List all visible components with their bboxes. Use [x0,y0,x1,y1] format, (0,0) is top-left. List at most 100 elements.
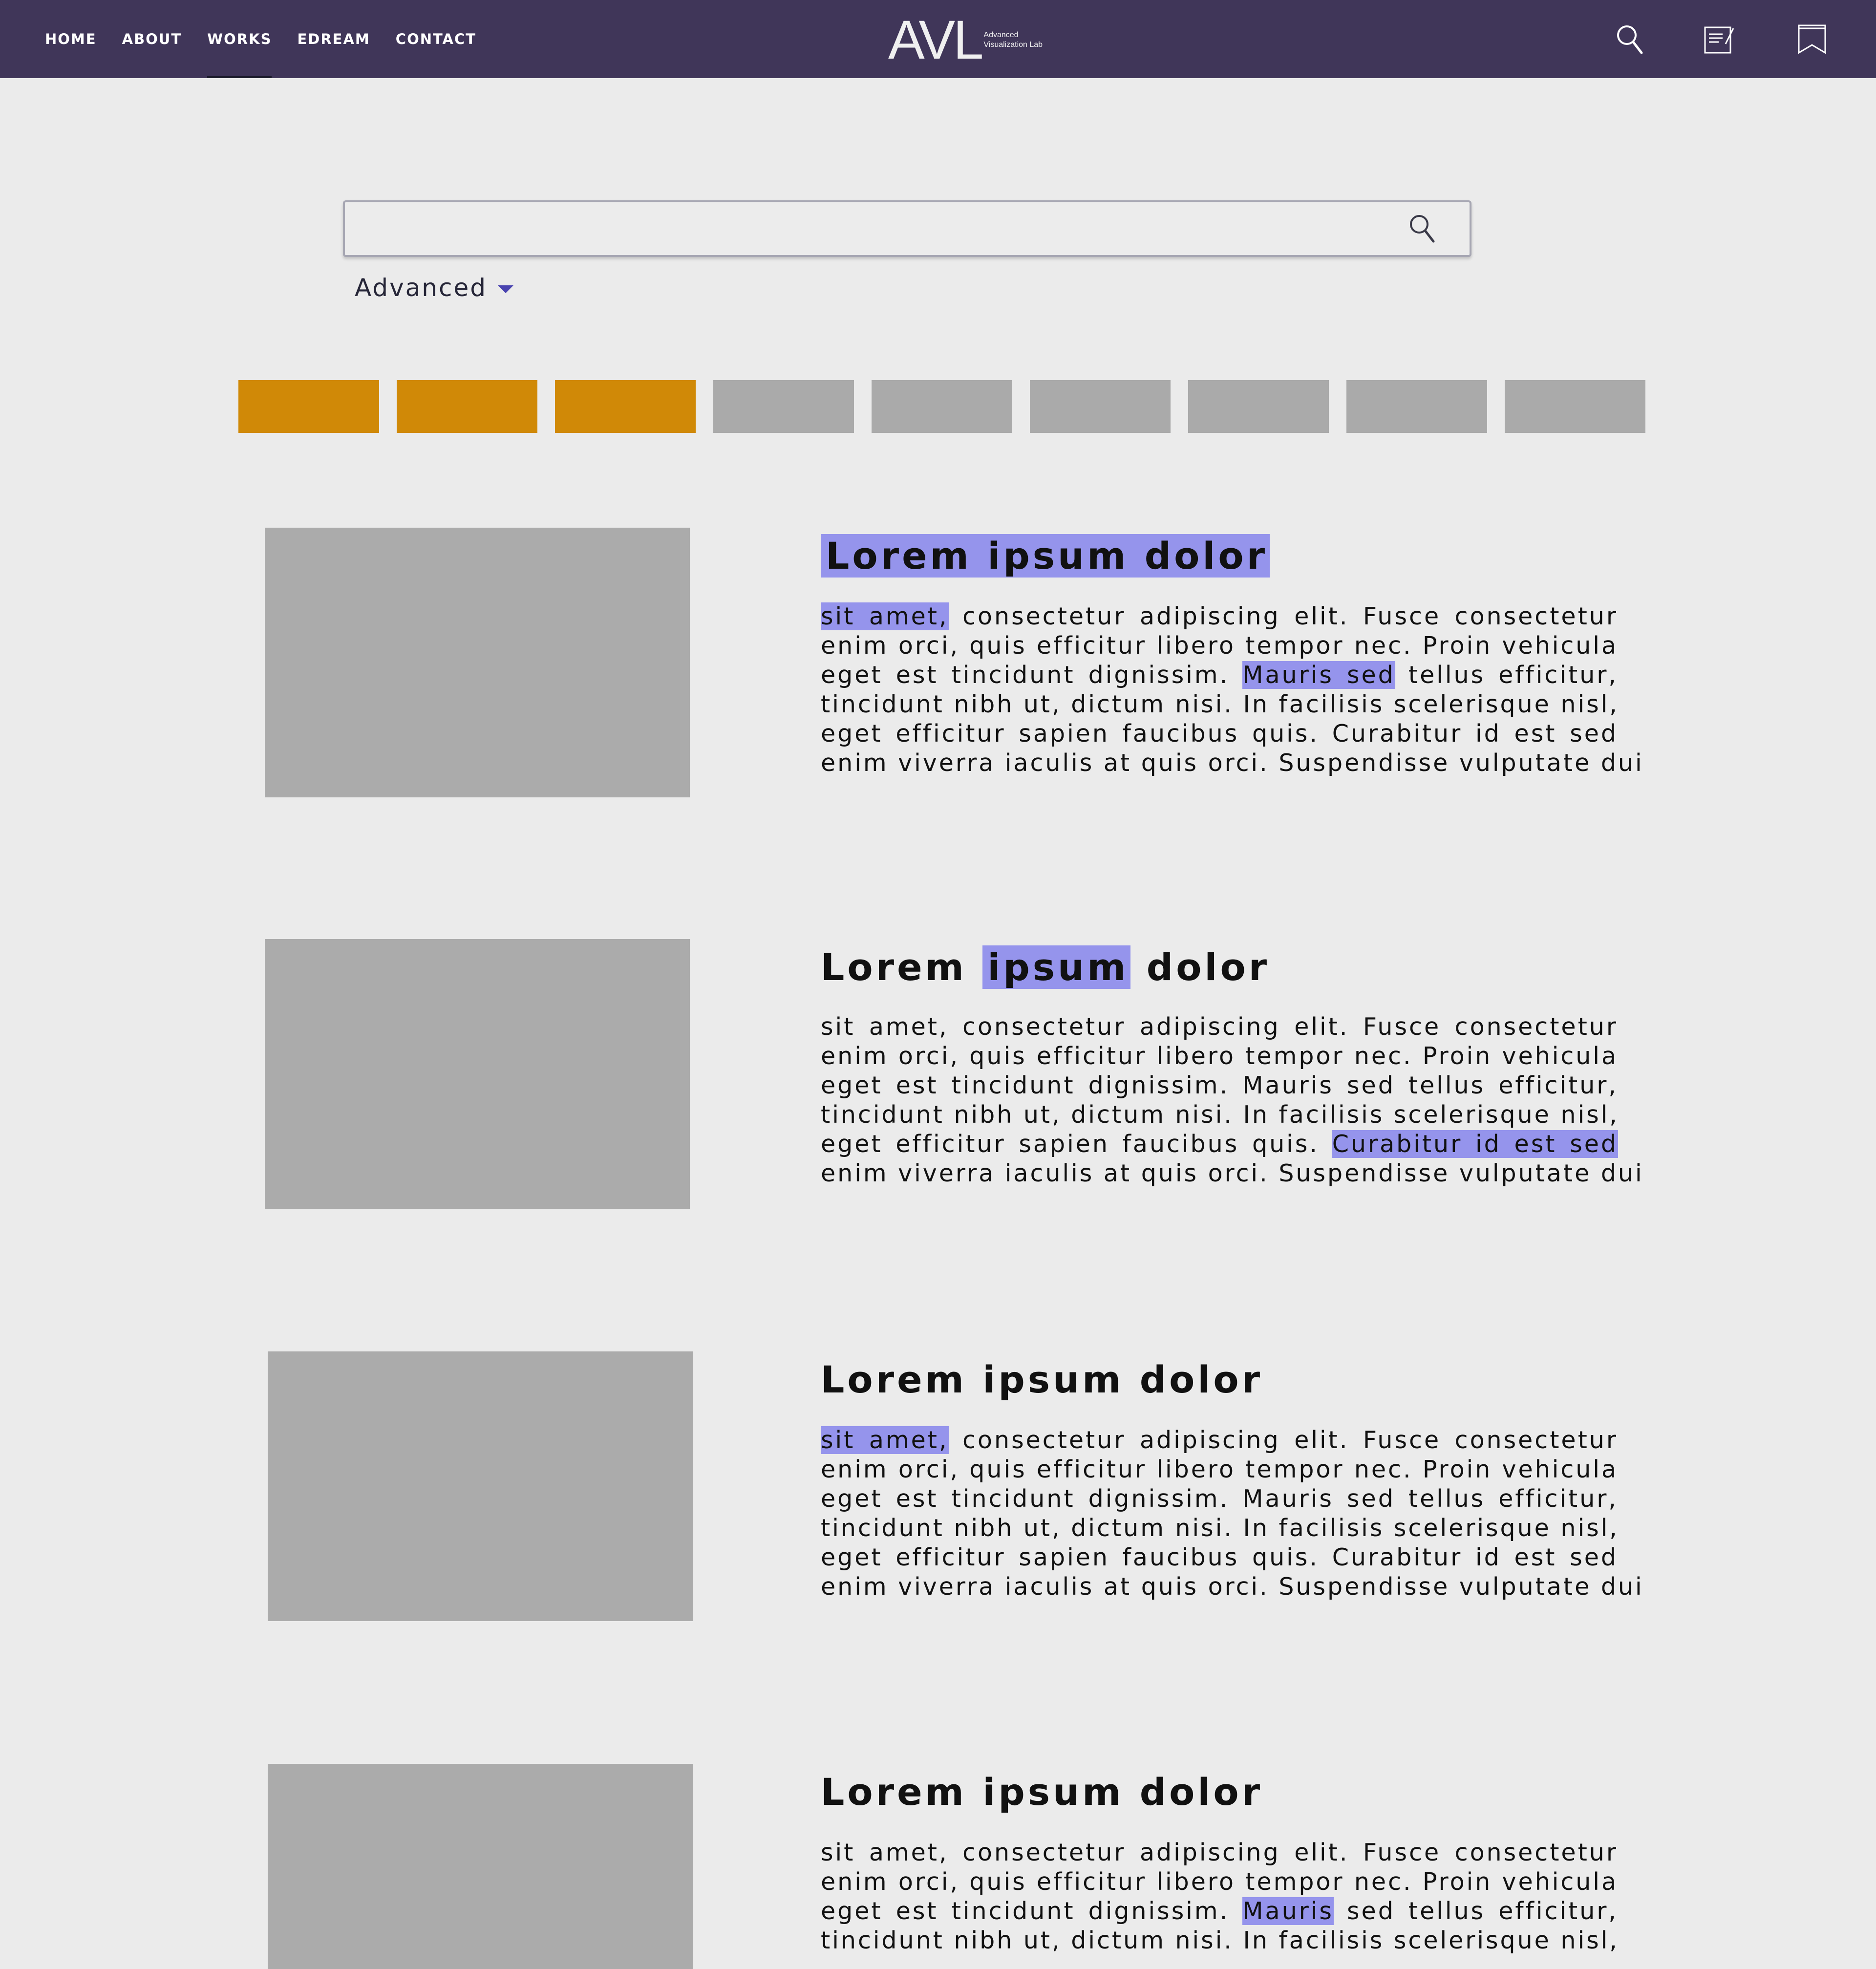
snippet-line: eget efficitur sapien faucibus quis. Cur… [821,1543,1618,1572]
snippet-line: sit amet, consectetur adipiscing elit. F… [821,602,1618,631]
text-segment: tincidunt nibh ut, dictum nisi. In facil… [821,1514,1619,1542]
logo-subtitle: Advanced Visualization Lab [983,30,1066,50]
snippet-line: eget efficitur sapien faucibus quis. Cur… [821,719,1618,749]
text-segment: tellus efficitur, [1395,661,1618,689]
result-title[interactable]: Lorem ipsum dolor [821,1764,1263,1820]
snippet-line: enim viverra iaculis at quis orci. Suspe… [821,749,1642,778]
snippet-line: enim orci, quis efficitur libero tempor … [821,1455,1618,1484]
highlighted-match: Curabitur id est sed [1332,1130,1618,1158]
top-navigation-bar: HOME ABOUT WORKS EDREAM CONTACT AVL Adva… [0,0,1876,78]
filter-chip[interactable] [1030,380,1171,433]
snippet-line: tincidunt nibh ut, dictum nisi. In facil… [821,690,1618,719]
nav-item-about[interactable]: ABOUT [122,0,182,78]
text-segment: Lorem ipsum dolor [821,1770,1263,1814]
snippet-line: sit amet, consectetur adipiscing elit. F… [821,1426,1618,1455]
result-thumbnail[interactable] [268,1764,693,1969]
text-segment: eget est tincidunt dignissim. Mauris sed… [821,1485,1618,1513]
advanced-label: Advanced [355,274,487,302]
search-icon[interactable] [1612,21,1647,57]
text-segment: eget efficitur sapien faucibus quis. Cur… [821,1543,1618,1571]
result-snippet: sit amet, consectetur adipiscing elit. F… [821,1012,1642,1188]
result-snippet: sit amet, consectetur adipiscing elit. F… [821,1426,1642,1602]
search-input[interactable] [360,211,1387,247]
advanced-search-toggle[interactable]: Advanced [355,274,513,302]
highlighted-match: Mauris sed [1242,661,1395,689]
filter-chip[interactable] [1188,380,1329,433]
filter-chips [238,380,1663,433]
snippet-line: eget est tincidunt dignissim. Mauris sed… [821,1897,1618,1926]
text-segment: eget efficitur sapien faucibus quis. Cur… [821,720,1618,748]
nav-item-edream[interactable]: EDREAM [297,0,370,78]
filter-chip[interactable] [238,380,379,433]
result-title[interactable]: Lorem ipsum dolor [821,939,1270,996]
text-segment: dolor [1130,945,1270,989]
text-segment: Lorem [821,945,983,989]
text-segment: enim viverra iaculis at quis orci. Suspe… [821,1573,1644,1601]
text-segment: enim orci, quis efficitur libero tempor … [821,1042,1618,1070]
text-segment: tincidunt nibh ut, dictum nisi. In facil… [821,1101,1619,1129]
search-box [343,200,1471,257]
result-thumbnail[interactable] [268,1351,693,1621]
logo-mark: AVL [888,9,983,70]
filter-chip[interactable] [1505,380,1645,433]
nav-item-works[interactable]: WORKS [207,0,272,78]
snippet-line: enim viverra iaculis at quis orci. Suspe… [821,1159,1642,1188]
text-segment: enim orci, quis efficitur libero tempor … [821,1455,1618,1483]
chevron-down-icon [497,285,513,293]
logo-subtitle-line2: Visualization Lab [983,41,1043,49]
snippet-line: eget est tincidunt dignissim. Mauris sed… [821,1484,1618,1514]
text-segment: consectetur adipiscing elit. Fusce conse… [948,602,1618,630]
text-segment: Lorem ipsum dolor [821,1358,1263,1401]
snippet-line: tincidunt nibh ut, dictum nisi. In facil… [821,1926,1618,1955]
text-segment: sit amet, consectetur adipiscing elit. F… [821,1013,1618,1041]
snippet-line: enim orci, quis efficitur libero tempor … [821,631,1618,661]
text-segment: enim orci, quis efficitur libero tempor … [821,632,1618,660]
text-segment: enim orci, quis efficitur libero tempor … [821,1868,1618,1896]
snippet-line: enim orci, quis efficitur libero tempor … [821,1042,1618,1071]
snippet-line: enim orci, quis efficitur libero tempor … [821,1867,1618,1897]
notes-icon[interactable] [1701,21,1736,57]
snippet-line: sit amet, consectetur adipiscing elit. F… [821,1012,1618,1042]
main-nav: HOME ABOUT WORKS EDREAM CONTACT [45,0,502,78]
bookmark-icon[interactable] [1795,21,1830,57]
highlighted-match: sit amet, [821,1426,949,1454]
text-segment: eget efficitur sapien faucibus quis. [821,1130,1332,1158]
snippet-line: enim viverra iaculis at quis orci. Suspe… [821,1572,1642,1602]
result-snippet: sit amet, consectetur adipiscing elit. F… [821,1838,1618,1955]
text-segment: sed tellus efficitur, [1333,1897,1618,1925]
filter-chip[interactable] [872,380,1012,433]
text-segment: eget est tincidunt dignissim. [821,1897,1243,1925]
filter-chip[interactable] [397,380,537,433]
text-segment: sit amet, consectetur adipiscing elit. F… [821,1839,1618,1866]
filter-chip[interactable] [1346,380,1487,433]
highlighted-match: sit amet, [821,602,949,630]
nav-item-home[interactable]: HOME [45,0,97,78]
result-title[interactable]: Lorem ipsum dolor [821,1351,1263,1408]
result-snippet: sit amet, consectetur adipiscing elit. F… [821,602,1642,778]
avl-logo[interactable]: AVL Advanced Visualization Lab [888,13,1066,67]
search-submit-icon[interactable] [1406,212,1439,245]
snippet-line: eget est tincidunt dignissim. Mauris sed… [821,661,1618,690]
nav-item-contact[interactable]: CONTACT [396,0,476,78]
highlighted-match: Lorem ipsum dolor [821,534,1270,578]
text-segment: eget est tincidunt dignissim. [821,661,1243,689]
result-thumbnail[interactable] [265,939,690,1209]
highlighted-match: ipsum [982,945,1131,989]
snippet-line: sit amet, consectetur adipiscing elit. F… [821,1838,1618,1867]
text-segment: consectetur adipiscing elit. Fusce conse… [948,1426,1618,1454]
highlighted-match: Mauris [1242,1897,1334,1925]
result-thumbnail[interactable] [265,528,690,797]
text-segment: tincidunt nibh ut, dictum nisi. In facil… [821,1926,1619,1954]
snippet-line: eget efficitur sapien faucibus quis. Cur… [821,1130,1618,1159]
snippet-line: tincidunt nibh ut, dictum nisi. In facil… [821,1514,1618,1543]
text-segment: enim viverra iaculis at quis orci. Suspe… [821,1159,1644,1187]
snippet-line: eget est tincidunt dignissim. Mauris sed… [821,1071,1618,1100]
text-segment: tincidunt nibh ut, dictum nisi. In facil… [821,690,1619,718]
text-segment: eget est tincidunt dignissim. Mauris sed… [821,1071,1618,1099]
logo-subtitle-line1: Advanced [983,31,1019,39]
result-title[interactable]: Lorem ipsum dolor [821,528,1270,584]
text-segment: enim viverra iaculis at quis orci. Suspe… [821,749,1644,777]
snippet-line: tincidunt nibh ut, dictum nisi. In facil… [821,1100,1618,1130]
filter-chip[interactable] [713,380,854,433]
filter-chip[interactable] [555,380,696,433]
